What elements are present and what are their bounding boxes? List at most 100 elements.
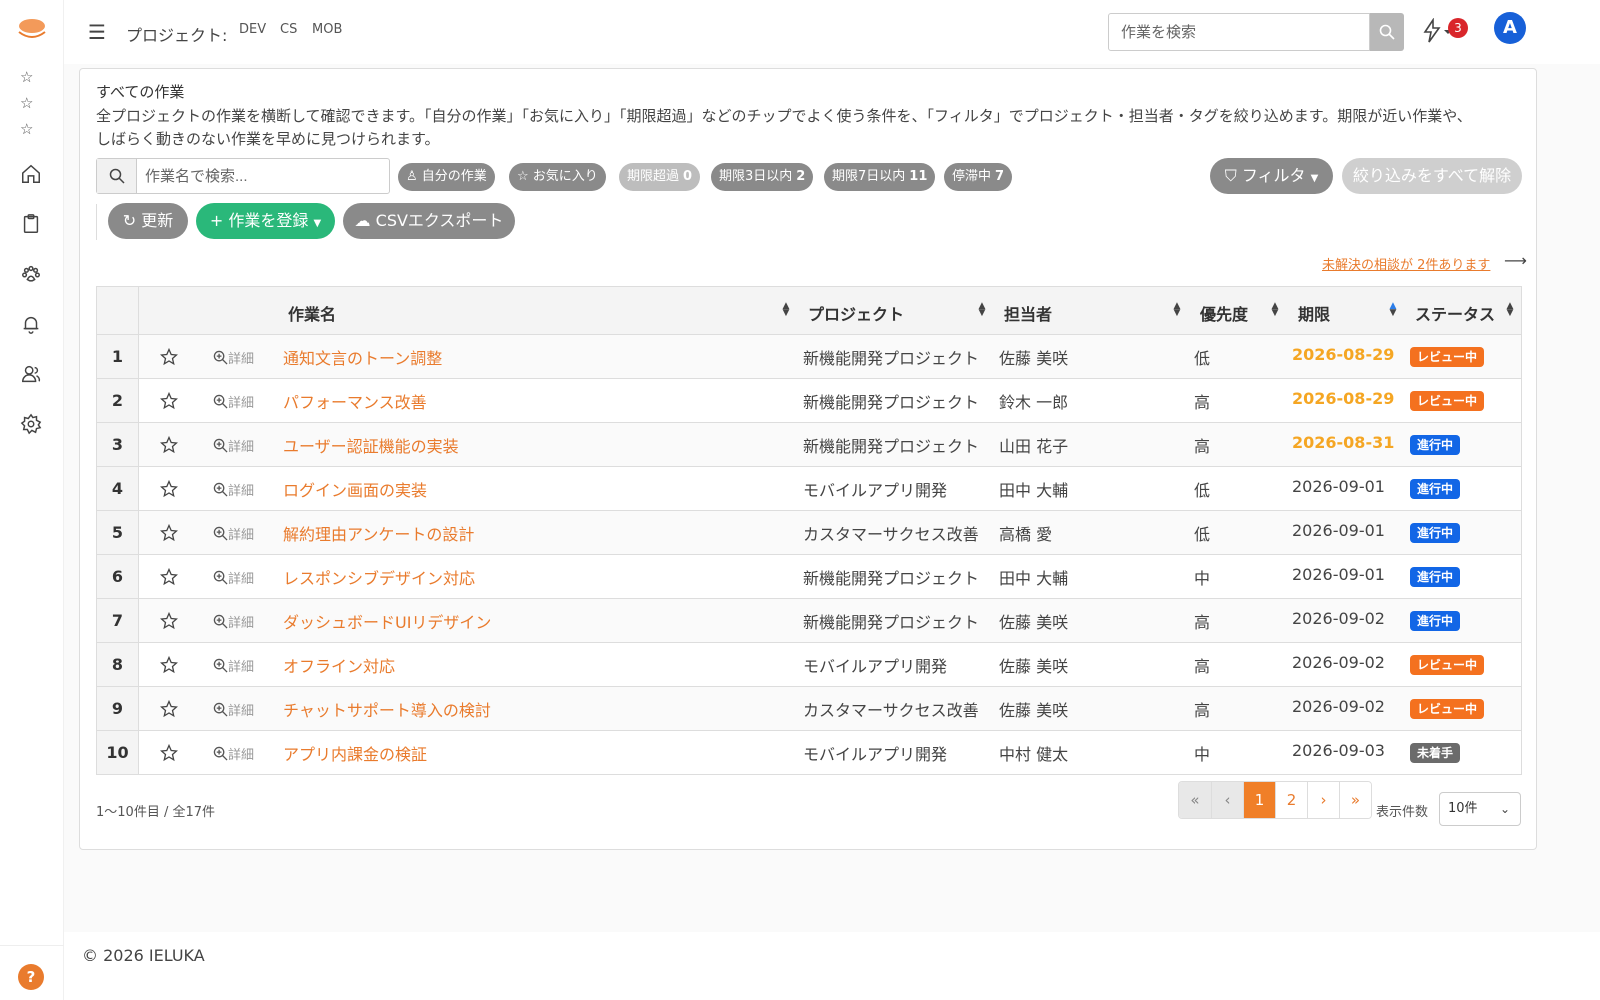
- table-row[interactable]: 9 詳細 チャットサポート導入の検討 カスタマーサクセス改善 佐藤 美咲 高 2026-09…: [97, 686, 1521, 730]
- favorite-star-icon[interactable]: [160, 612, 178, 630]
- per-page-select[interactable]: 10件 ⌄: [1439, 792, 1521, 826]
- favorite-star-icon[interactable]: [160, 348, 178, 366]
- task-search-input[interactable]: [145, 165, 375, 187]
- chip-favorites[interactable]: ☆ お気に入り: [509, 163, 606, 191]
- task-name-link[interactable]: ダッシュボードUIリデザイン: [283, 609, 491, 633]
- task-name-link[interactable]: ログイン画面の実装: [283, 477, 427, 501]
- gear-icon[interactable]: [20, 413, 44, 437]
- users-icon[interactable]: [20, 363, 44, 387]
- arrow-right-icon[interactable]: ⟶: [1504, 251, 1527, 270]
- task-name-link[interactable]: パフォーマンス改善: [283, 389, 427, 413]
- task-name-link[interactable]: オフライン対応: [283, 653, 395, 677]
- avatar[interactable]: A: [1494, 12, 1526, 44]
- sort-icon[interactable]: ▲ ▼: [1505, 302, 1515, 318]
- table-row[interactable]: 3 詳細 ユーザー認証機能の実装 新機能開発プロジェクト 山田 花子 高 2026-08-3…: [97, 422, 1521, 466]
- chip-due-7days[interactable]: 期限7日以内 11: [824, 163, 936, 191]
- project-link-cs[interactable]: CS: [280, 22, 297, 37]
- header-due[interactable]: 期限: [1298, 301, 1330, 325]
- task-name-link[interactable]: チャットサポート導入の検討: [283, 697, 491, 721]
- first-page-button[interactable]: «: [1179, 782, 1211, 818]
- refresh-button-label: 更新: [141, 211, 174, 230]
- footer-copyright: © 2026 IELUKA: [82, 946, 205, 965]
- table-row[interactable]: 7 詳細 ダッシュボードUIリデザイン 新機能開発プロジェクト 佐藤 美咲 高 2026-0…: [97, 598, 1521, 642]
- favorite-star-icon[interactable]: [160, 744, 178, 762]
- project-link-dev[interactable]: DEV: [239, 22, 266, 37]
- help-button[interactable]: ?: [18, 964, 44, 990]
- notification-badge[interactable]: 3: [1448, 18, 1468, 38]
- table-row[interactable]: 4 詳細 ログイン画面の実装 モバイルアプリ開発 田中 大輔 低 2026-09-01 進行中: [97, 466, 1521, 510]
- task-name-link[interactable]: 通知文言のトーン調整: [283, 345, 442, 369]
- chip-my-tasks[interactable]: ♙ 自分の作業: [398, 163, 495, 191]
- page-1-button[interactable]: 1: [1243, 782, 1275, 818]
- global-search-button[interactable]: [1370, 13, 1404, 51]
- next-page-button[interactable]: ›: [1307, 782, 1339, 818]
- add-task-button[interactable]: + 作業を登録 ▼: [196, 203, 335, 239]
- detail-link[interactable]: 詳細: [213, 348, 254, 367]
- clipboard-icon[interactable]: [20, 213, 44, 237]
- app-logo-icon[interactable]: [17, 18, 47, 42]
- favorite-star-icon[interactable]: [160, 480, 178, 498]
- detail-link[interactable]: 詳細: [213, 436, 254, 455]
- table-row[interactable]: 5 詳細 解約理由アンケートの設計 カスタマーサクセス改善 高橋 愛 低 2026-09-0…: [97, 510, 1521, 554]
- bell-icon[interactable]: [20, 313, 44, 337]
- zoom-in-icon: [213, 482, 228, 497]
- header-status[interactable]: ステータス: [1415, 301, 1495, 325]
- open-consultations-link[interactable]: 未解決の相談が 2件あります: [1322, 254, 1490, 273]
- task-name-link[interactable]: アプリ内課金の検証: [283, 741, 427, 765]
- favorite-star-icon[interactable]: [160, 656, 178, 674]
- sort-icon[interactable]: ▲ ▼: [977, 302, 987, 318]
- table-row[interactable]: 2 詳細 パフォーマンス改善 新機能開発プロジェクト 鈴木 一郎 高 2026-08-29 レ…: [97, 378, 1521, 422]
- task-name-link[interactable]: レスポンシブデザイン対応: [283, 565, 475, 589]
- favorite-star-icon[interactable]: [160, 700, 178, 718]
- page-2-button[interactable]: 2: [1275, 782, 1307, 818]
- row-number: 9: [97, 687, 139, 730]
- favorite-star-icon[interactable]: ☆: [20, 68, 38, 86]
- task-name-link[interactable]: 解約理由アンケートの設計: [283, 521, 474, 545]
- csv-export-button[interactable]: ☁ CSVエクスポート: [343, 203, 515, 239]
- clear-filters-button[interactable]: 絞り込みをすべて解除: [1342, 158, 1522, 194]
- menu-icon[interactable]: ☰: [88, 20, 106, 44]
- favorite-star-icon[interactable]: [160, 524, 178, 542]
- detail-link[interactable]: 詳細: [213, 700, 254, 719]
- detail-link[interactable]: 詳細: [213, 744, 254, 763]
- table-row[interactable]: 8 詳細 オフライン対応 モバイルアプリ開発 佐藤 美咲 高 2026-09-02 レビュー中: [97, 642, 1521, 686]
- detail-link[interactable]: 詳細: [213, 612, 254, 631]
- header-project[interactable]: プロジェクト: [808, 301, 904, 325]
- header-assignee[interactable]: 担当者: [1004, 301, 1052, 325]
- header-priority[interactable]: 優先度: [1200, 301, 1248, 325]
- favorite-star-icon[interactable]: ☆: [20, 94, 38, 112]
- favorite-star-icon[interactable]: ☆: [20, 120, 38, 138]
- detail-link[interactable]: 詳細: [213, 568, 254, 587]
- sort-icon[interactable]: ▲ ▼: [1270, 302, 1280, 318]
- chip-due-3days[interactable]: 期限3日以内 2: [711, 163, 814, 191]
- sort-icon[interactable]: ▲ ▼: [1172, 302, 1182, 318]
- favorite-star-icon[interactable]: [160, 568, 178, 586]
- chip-stalled[interactable]: 停滞中 7: [944, 163, 1013, 191]
- sort-icon[interactable]: ▲ ▼: [781, 302, 791, 318]
- task-search-field[interactable]: [96, 158, 390, 194]
- refresh-button[interactable]: ↻ 更新: [108, 203, 188, 239]
- prev-page-button[interactable]: ‹: [1211, 782, 1243, 818]
- zoom-in-icon: [213, 438, 228, 453]
- detail-link[interactable]: 詳細: [213, 524, 254, 543]
- filter-button[interactable]: ⛉ フィルタ ▼: [1210, 158, 1333, 194]
- table-row[interactable]: 6 詳細 レスポンシブデザイン対応 新機能開発プロジェクト 田中 大輔 中 2026-09-…: [97, 554, 1521, 598]
- row-number: 5: [97, 511, 139, 554]
- table-row[interactable]: 1 詳細 通知文言のトーン調整 新機能開発プロジェクト 佐藤 美咲 低 2026-08-29…: [97, 334, 1521, 378]
- chip-overdue[interactable]: 期限超過 0: [619, 163, 701, 191]
- sort-icon[interactable]: ▲ ▼: [1388, 302, 1398, 318]
- chip-label: 停滞中: [952, 169, 992, 184]
- detail-link[interactable]: 詳細: [213, 480, 254, 499]
- favorite-star-icon[interactable]: [160, 392, 178, 410]
- detail-link[interactable]: 詳細: [213, 656, 254, 675]
- project-link-mob[interactable]: MOB: [312, 22, 342, 37]
- header-task-name[interactable]: 作業名: [288, 301, 336, 325]
- home-icon[interactable]: [20, 163, 44, 187]
- global-search-input[interactable]: [1108, 13, 1370, 51]
- favorite-star-icon[interactable]: [160, 436, 178, 454]
- table-row[interactable]: 10 詳細 アプリ内課金の検証 モバイルアプリ開発 中村 健太 中 2026-09-03 未着…: [97, 730, 1521, 774]
- last-page-button[interactable]: »: [1339, 782, 1371, 818]
- task-name-link[interactable]: ユーザー認証機能の実装: [283, 433, 459, 457]
- detail-link[interactable]: 詳細: [213, 392, 254, 411]
- paw-icon[interactable]: [20, 263, 44, 287]
